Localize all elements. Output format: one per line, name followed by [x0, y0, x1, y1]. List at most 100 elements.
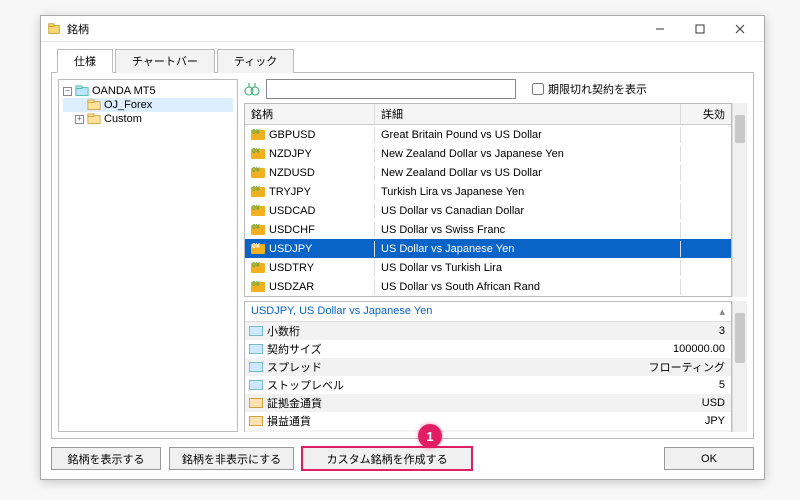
scrollbar-thumb[interactable]: [735, 313, 745, 363]
spec-label: 小数桁: [267, 323, 300, 339]
symbol-icon: [251, 130, 265, 140]
symbol-name: USDJPY: [269, 243, 312, 255]
spec-title-text: USDJPY, US Dollar vs Japanese Yen: [251, 305, 719, 318]
symbol-icon: [251, 225, 265, 235]
tab-spec[interactable]: 仕様: [57, 49, 113, 73]
spec-field-icon: [249, 344, 263, 354]
symbol-desc: New Zealand Dollar vs Japanese Yen: [375, 146, 681, 162]
spec-row: ストップレベル5: [245, 376, 731, 394]
spec-value: JPY: [395, 415, 731, 427]
spec-row: 損益通貨 JPY: [245, 412, 731, 430]
symbol-desc: Great Britain Pound vs US Dollar: [375, 127, 681, 143]
spec-panel: USDJPY, US Dollar vs Japanese Yen ▴ 小数桁 3…: [244, 301, 732, 432]
spec-field-icon: [249, 398, 263, 408]
symbol-icon: [251, 282, 265, 292]
spec-field-icon: [249, 326, 263, 336]
table-row[interactable]: GBPUSDGreat Britain Pound vs US Dollar: [245, 125, 731, 144]
expand-icon[interactable]: +: [75, 115, 84, 124]
symbol-icon: [251, 263, 265, 273]
folder-icon: [87, 99, 101, 111]
button-row: 銘柄を表示する 銘柄を非表示にする カスタム銘柄を作成する OK: [51, 439, 754, 470]
table-row[interactable]: NZDUSD New Zealand Dollar vs US Dollar: [245, 163, 731, 182]
symbol-icon: [251, 149, 265, 159]
search-row: 期限切れ契約を表示: [244, 79, 747, 99]
tree-item-custom[interactable]: + Custom: [63, 112, 233, 126]
symbol-invalid: [681, 247, 731, 251]
symbol-invalid: [681, 152, 731, 156]
app-icon: [47, 22, 61, 36]
spec-field-icon: [249, 380, 263, 390]
tree-item-ojforex[interactable]: OJ_Forex: [63, 98, 233, 112]
ok-button[interactable]: OK: [664, 447, 754, 470]
table-row[interactable]: TRYJPY Turkish Lira vs Japanese Yen: [245, 182, 731, 201]
expired-checkbox-label: 期限切れ契約を表示: [548, 81, 647, 97]
expired-checkbox[interactable]: 期限切れ契約を表示: [532, 81, 647, 97]
table-scrollbar[interactable]: [732, 103, 747, 297]
symbol-desc: US Dollar vs Canadian Dollar: [375, 203, 681, 219]
header-invalid[interactable]: 失効: [681, 104, 731, 124]
spec-label: ストップレベル: [267, 377, 344, 393]
spec-label: 契約サイズ: [267, 341, 322, 357]
symbol-name: USDTRY: [269, 262, 314, 274]
spec-label: 損益通貨: [267, 413, 311, 429]
spec-body: 小数桁3契約サイズ100000.00スプレッドフローティングストップレベル5証拠…: [245, 322, 731, 432]
table-row[interactable]: USDTRY US Dollar vs Turkish Lira: [245, 258, 731, 277]
tree-root[interactable]: − OANDA MT5: [63, 84, 233, 98]
header-symbol[interactable]: 銘柄: [245, 104, 375, 124]
symbol-desc: US Dollar vs Turkish Lira: [375, 260, 681, 276]
symbol-icon: [251, 244, 265, 254]
symbol-name: USDCHF: [269, 224, 315, 236]
symbol-name: NZDUSD: [269, 167, 315, 179]
table-row[interactable]: USDZARUS Dollar vs South African Rand: [245, 277, 731, 296]
table-row[interactable]: USDCAD US Dollar vs Canadian Dollar: [245, 201, 731, 220]
symbol-icon: [251, 206, 265, 216]
table-row[interactable]: NZDJPYNew Zealand Dollar vs Japanese Yen: [245, 144, 731, 163]
hide-symbol-button[interactable]: 銘柄を非表示にする: [169, 447, 294, 470]
spec-title: USDJPY, US Dollar vs Japanese Yen ▴: [245, 302, 731, 322]
folder-icon: [87, 113, 101, 125]
chevron-up-icon[interactable]: ▴: [719, 305, 725, 318]
table-body: GBPUSDGreat Britain Pound vs US DollarNZ…: [245, 125, 731, 296]
symbol-tree[interactable]: − OANDA MT5 OJ_Forex +: [58, 79, 238, 432]
spec-scrollbar[interactable]: [732, 301, 747, 432]
symbol-name: USDCAD: [269, 205, 315, 217]
maximize-button[interactable]: [680, 17, 720, 41]
create-custom-symbol-button[interactable]: カスタム銘柄を作成する: [302, 447, 472, 470]
tree-item-label: OJ_Forex: [104, 99, 152, 111]
symbol-icon: [251, 187, 265, 197]
spec-field-icon: [249, 416, 263, 426]
header-desc[interactable]: 詳細: [375, 104, 681, 124]
expired-checkbox-input[interactable]: [532, 83, 544, 95]
spec-label: 計算: [267, 431, 289, 432]
symbol-desc: Turkish Lira vs Japanese Yen: [375, 184, 681, 200]
symbol-name: TRYJPY: [269, 186, 311, 198]
search-input[interactable]: [266, 79, 516, 99]
show-symbol-button[interactable]: 銘柄を表示する: [51, 447, 161, 470]
table-row[interactable]: USDCHFUS Dollar vs Swiss Franc: [245, 220, 731, 239]
symbol-name: USDZAR: [269, 281, 314, 293]
close-button[interactable]: [720, 17, 760, 41]
spec-value: USD: [395, 397, 731, 409]
scrollbar-thumb[interactable]: [735, 115, 745, 143]
spec-value: フローティング: [395, 359, 731, 375]
collapse-icon[interactable]: −: [63, 87, 72, 96]
annotation-badge-1: 1: [418, 424, 442, 448]
tree-item-label: Custom: [104, 113, 142, 125]
minimize-button[interactable]: [640, 17, 680, 41]
symbol-desc: US Dollar vs Japanese Yen: [375, 241, 681, 257]
tab-chartbar[interactable]: チャートバー: [115, 49, 215, 73]
binoculars-icon[interactable]: [244, 81, 260, 97]
spec-row: 計算FX: [245, 430, 731, 432]
symbol-desc: New Zealand Dollar vs US Dollar: [375, 165, 681, 181]
table-header: 銘柄 詳細 失効: [245, 104, 731, 125]
window-title: 銘柄: [67, 21, 640, 37]
symbol-invalid: [681, 266, 731, 270]
spec-row: 契約サイズ100000.00: [245, 340, 731, 358]
table-row[interactable]: USDJPY US Dollar vs Japanese Yen: [245, 239, 731, 258]
symbol-invalid: [681, 190, 731, 194]
spec-value: 3: [395, 325, 731, 337]
spec-field-icon: [249, 362, 263, 372]
tabs: 仕様 チャートバー ティック: [51, 48, 754, 73]
tab-tick[interactable]: ティック: [217, 49, 294, 73]
symbol-table[interactable]: 銘柄 詳細 失効 GBPUSDGreat Britain Pound vs US…: [244, 103, 732, 297]
